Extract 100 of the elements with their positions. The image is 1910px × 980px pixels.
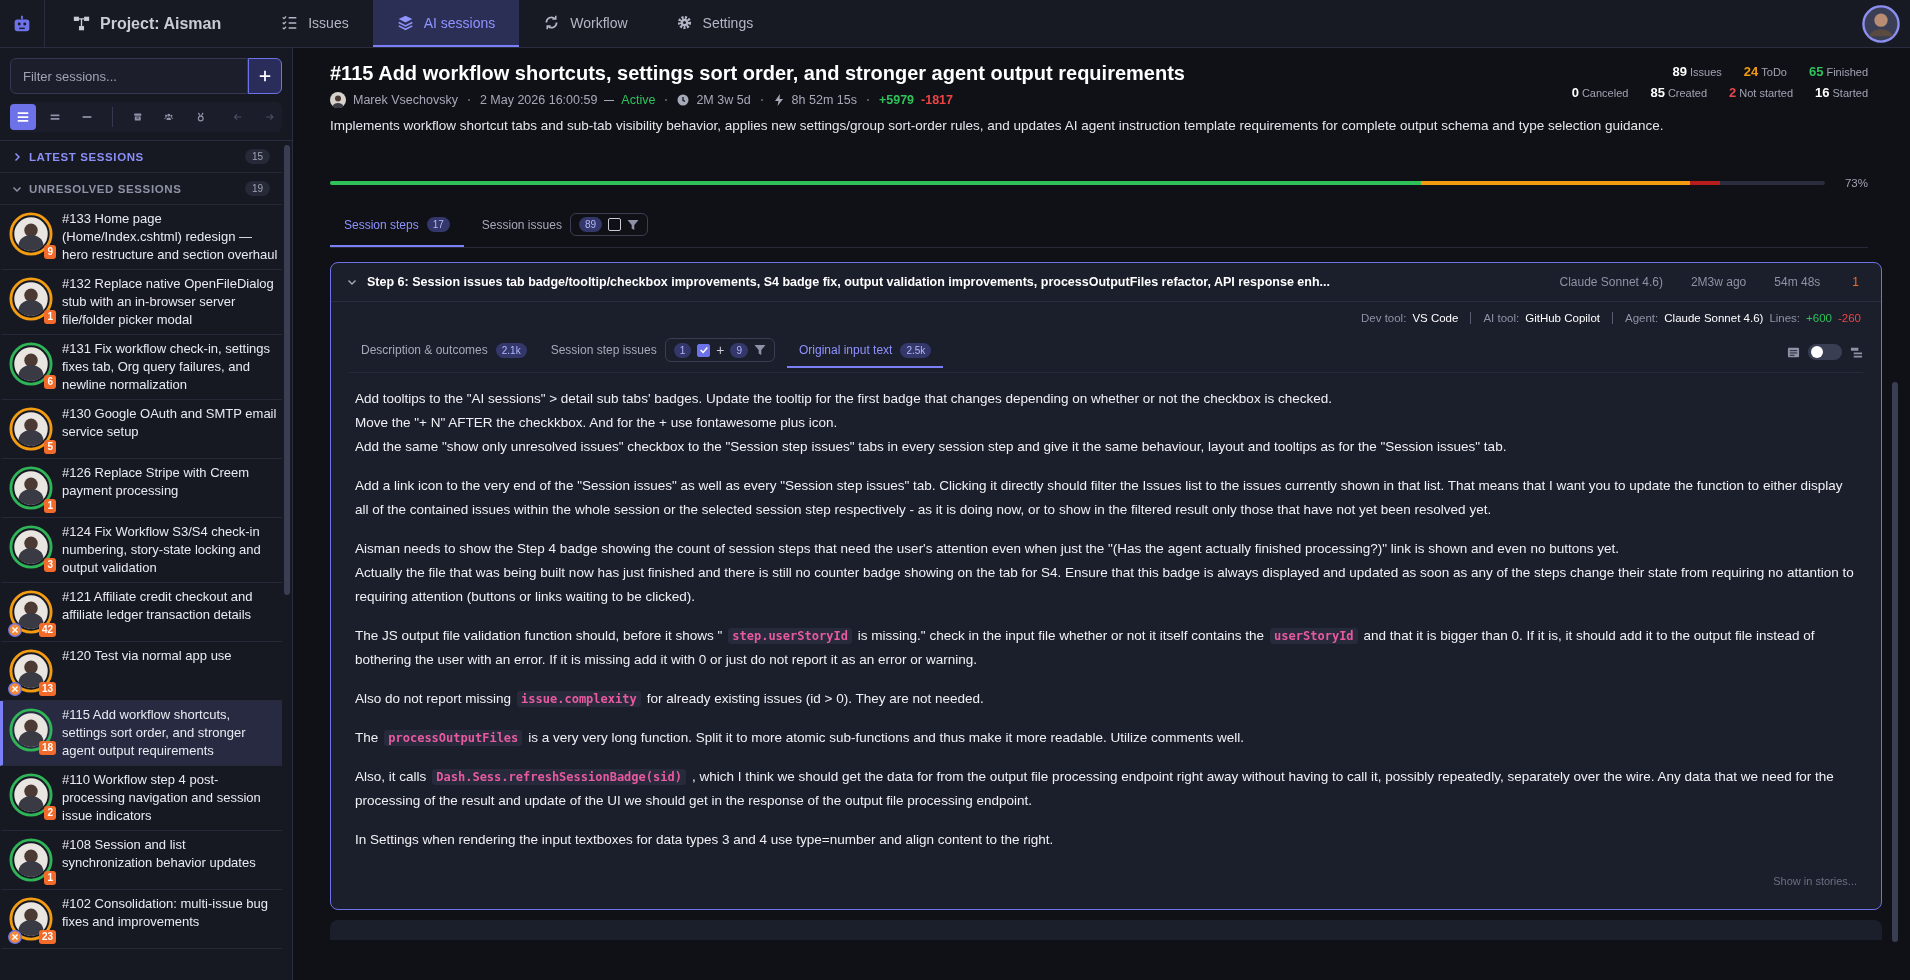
session-title: #130 Google OAuth and SMTP email service setup: [62, 405, 278, 441]
nav-tab[interactable]: Workflow: [519, 0, 652, 47]
paragraph-text: Also, it calls Dash.Sess.refreshSessionBadge(sid) , which I think we should get the data for from the output file processing endpoint right away without having to call it, possibly repeatedly, separately over the wire. Any data that we need for the processing of the result and update of the UI we should get in the response of the output file processing endpoint.: [355, 768, 1835, 810]
sub-tab[interactable]: Original input text 2.5k: [787, 336, 944, 368]
session-item[interactable]: 1 #126 Replace Stripe with Creem payment processing: [0, 459, 282, 518]
layers-icon: [396, 14, 414, 31]
section-header[interactable]: UNRESOLVED SESSIONS 19: [0, 173, 282, 205]
session-title: #121 Affiliate credit checkout and affiliate ledger transaction details: [62, 588, 254, 624]
filter-field[interactable]: Filter sessions...: [10, 58, 248, 94]
session-item[interactable]: 2 #110 Workflow step 4 post-processing navigation and session issue indicators: [0, 766, 282, 831]
session-title: #132 Replace native OpenFileDialog stub with an in-browser server file/folder picker modal: [62, 275, 275, 329]
stat-label: Created: [1667, 87, 1707, 99]
section-title: LATEST SESSIONS: [29, 150, 145, 163]
meta-label: AI tool:: [1483, 312, 1520, 324]
avatar: [9, 708, 53, 752]
scrollbar[interactable]: [284, 145, 290, 595]
lines-removed: -1817: [921, 93, 954, 107]
session-item[interactable]: 3 #124 Fix Workflow S3/S4 check-in numbering, story-state locking and output validation: [0, 518, 282, 583]
count-badge: 15: [244, 149, 270, 164]
lines-icon: [16, 110, 30, 124]
archive-icon[interactable]: [132, 110, 143, 124]
filter-icon[interactable]: [754, 344, 766, 356]
view-button[interactable]: [10, 104, 36, 130]
paragraph-text: The JS output file validation function should, before it shows " step.userStoryId is missing." check in the input file whether or not it itself contains the userStoryId and that it is bigger than 0. If it is, it should add it to the output file instead of bothering the user with an error. If it is missing add it with 0 or just do not report it as an error or warning.: [355, 627, 1816, 669]
meta-value: VS Code: [1412, 312, 1459, 324]
session-item[interactable]: 1 #132 Replace native OpenFileDialog stub with an in-browser server file/folder picker modal: [0, 270, 282, 335]
step-age: 2M3w ago: [1690, 275, 1747, 289]
count-badge: 6: [44, 375, 56, 389]
step-header[interactable]: Step 6: Session issues tab badge/tooltip/checkbox improvements, S4 badge fix, output validation improvements, processOutputFiles refactor, API response enh... Claude Sonnet 4.6) 2M3w ago 54m 48s 1: [331, 263, 1881, 302]
text-view-icon[interactable]: [1787, 345, 1800, 359]
sitemap-icon: [73, 15, 90, 32]
nav-tab[interactable]: Settings: [651, 0, 778, 47]
paragraph-text: The processOutputFiles is a very very long function. Split it to more atomic sub-functions and thus make it more readable. Utilize comments well.: [355, 729, 1246, 748]
sub-tab[interactable]: Session step issues 1 + 9: [538, 332, 787, 372]
count-badge: 19: [244, 181, 270, 196]
scrollbar[interactable]: [1892, 382, 1898, 942]
meta-value: Claude Sonnet 4.6): [1664, 312, 1764, 324]
session-item[interactable]: 18 #115 Add workflow shortcuts, settings sort order, and stronger agent output requirements: [0, 701, 282, 766]
count-badge: 5: [44, 440, 56, 454]
filter-icon[interactable]: [627, 218, 639, 231]
meta-value: GitHub Copilot: [1525, 312, 1600, 324]
step-title: Step 6: Session issues tab badge/tooltip/checkbox improvements, S4 badge fix, output validation improvements, processOutputFiles refactor, API response enh...: [367, 275, 1330, 289]
stat-value: 16: [1815, 85, 1830, 100]
avatar: [9, 277, 53, 321]
tab[interactable]: Session steps 17: [330, 207, 464, 247]
session-item[interactable]: 5 #130 Google OAuth and SMTP email service setup: [0, 400, 282, 459]
nav-tab[interactable]: Issues: [257, 0, 373, 47]
paragraph-text: In Settings when rendering the input textboxes for data types 3 and 4 use type=number and align content to the right.: [355, 831, 1055, 849]
step-count: 1: [1852, 275, 1859, 289]
chevron-icon: [347, 277, 357, 287]
session-item[interactable]: 1 #108 Session and list synchronization behavior updates: [0, 831, 282, 890]
session-title: #108 Session and list synchronization behavior updates: [62, 836, 257, 872]
session-title: #102 Consolidation: multi-issue bug fixes and improvements: [62, 895, 269, 931]
stat-value: 89: [1672, 64, 1687, 79]
count-badge: 2: [44, 806, 56, 820]
session-title: #133 Home page (Home/Index.cshtml) redesign — hero restructure and section overhaul: [62, 210, 278, 264]
plus-icon: [258, 69, 272, 83]
avatar: [9, 407, 53, 451]
session-item[interactable]: 42 #121 Affiliate credit checkout and affiliate ledger transaction details: [0, 583, 282, 642]
count-badge: 42: [38, 623, 56, 637]
session-title: #110 Workflow step 4 post-processing navigation and session issue indicators: [62, 771, 262, 825]
tab[interactable]: Session issues 89: [467, 207, 662, 247]
user-avatar[interactable]: [1862, 4, 1900, 43]
project-title[interactable]: Project: Aisman: [45, 0, 258, 47]
stat-value: 24: [1743, 64, 1759, 79]
avatar: [9, 342, 53, 386]
progress-percent: 73%: [1844, 177, 1868, 189]
nav-tab[interactable]: AI sessions: [372, 0, 520, 47]
count-badge: 23: [38, 930, 56, 944]
session-item[interactable]: 6 #131 Fix workflow check-in, settings fixes tab, Org query failures, and newline normalization: [0, 335, 282, 400]
lines-added: +5979: [878, 93, 915, 107]
clock-icon: [677, 94, 690, 106]
session-title: #115 Add workflow shortcuts, settings sort order, and stronger agent output requirements: [330, 62, 1186, 85]
rendered-view-icon[interactable]: [1850, 345, 1863, 359]
add-session-button[interactable]: [248, 58, 282, 94]
session-description: Implements workflow shortcut tabs and sub-tab visibility behavior, applies new settings/group sort-order rules, and updates AI agent instruction template requirements for complete output schema and type selection guidance.: [330, 118, 1665, 133]
session-item[interactable]: 23 #102 Consolidation: multi-issue bug fixes and improvements: [0, 890, 282, 949]
author-avatar: [330, 92, 346, 108]
lines-removed: -260: [1837, 312, 1861, 324]
session-age: 2M 3w 5d: [696, 93, 751, 107]
sub-tab[interactable]: Description & outcomes 2.1k: [349, 336, 539, 368]
model-name: Claude Sonnet 4.6): [1559, 275, 1663, 289]
chevron-icon: [12, 151, 22, 162]
medal-icon[interactable]: [195, 110, 206, 124]
session-title: #131 Fix workflow check-in, settings fixes tab, Org query failures, and newline normalization: [62, 340, 272, 394]
status-text: Active: [621, 93, 656, 107]
session-title: #120 Test via normal app use: [62, 647, 232, 665]
session-date: 2 May 2026 16:00:59: [479, 93, 598, 107]
avatar: [9, 773, 53, 817]
meta-label: Lines:: [1769, 312, 1801, 324]
checkbox[interactable]: [697, 343, 711, 357]
checkbox[interactable]: [608, 218, 621, 231]
section-header[interactable]: LATEST SESSIONS 15: [0, 141, 282, 173]
list-icon: [281, 14, 299, 31]
meta-label: Dev tool:: [1361, 312, 1407, 324]
stat-value: 85: [1650, 85, 1665, 100]
count-badge: 1: [44, 310, 56, 324]
session-item[interactable]: 9 #133 Home page (Home/Index.cshtml) redesign — hero restructure and section overhaul: [0, 205, 282, 270]
session-duration: 8h 52m 15s: [791, 93, 857, 107]
view-toggle[interactable]: [1808, 344, 1842, 360]
